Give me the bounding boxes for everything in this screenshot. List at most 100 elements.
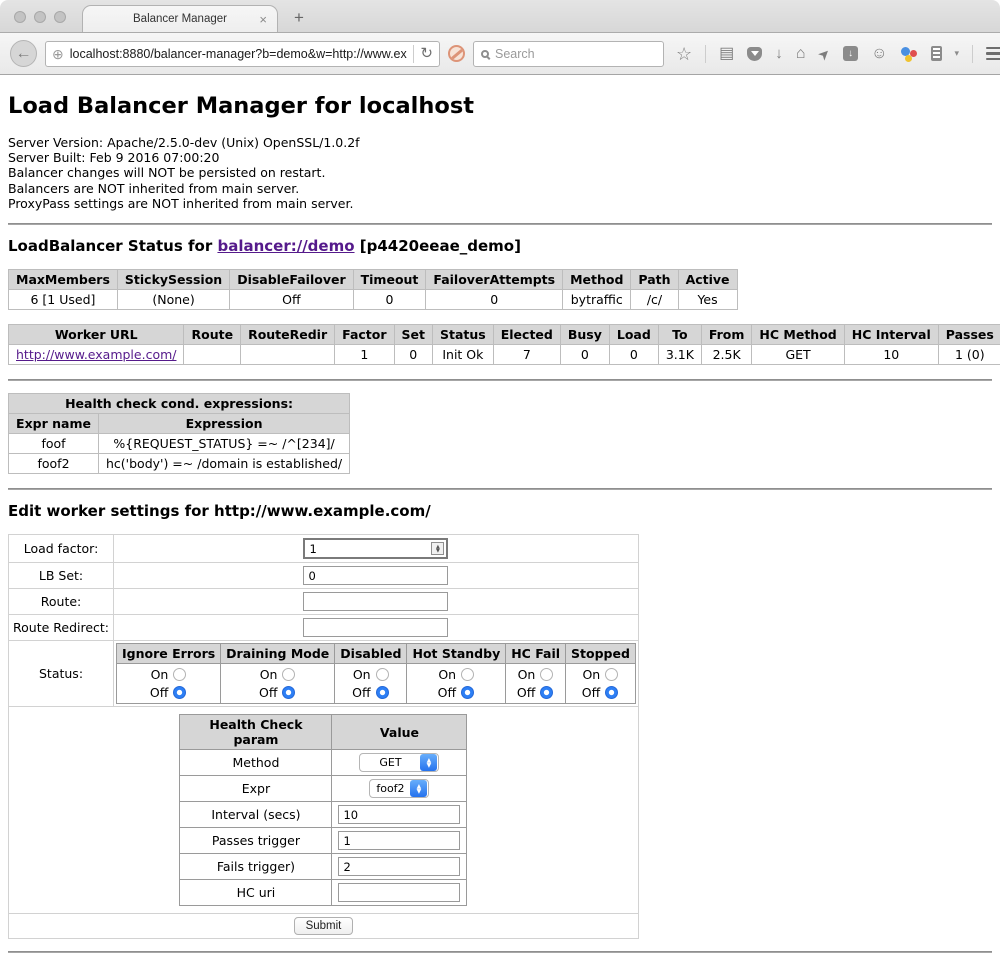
route-redirect-row: Route Redirect: bbox=[9, 615, 639, 641]
method-selected-value: GET bbox=[360, 756, 420, 769]
overflow-caret-icon[interactable]: ▾ bbox=[955, 48, 960, 59]
edit-worker-heading: Edit worker settings for http://www.exam… bbox=[8, 502, 992, 520]
divider bbox=[972, 45, 973, 63]
hc-fail-on-radio[interactable] bbox=[540, 668, 553, 681]
off-label: Off bbox=[517, 685, 535, 700]
balancer-column-header: Timeout bbox=[353, 270, 426, 290]
balancer-column-header: Active bbox=[678, 270, 737, 290]
status-col-ignore-errors: Ignore Errors bbox=[117, 644, 221, 664]
send-tab-icon[interactable]: ➤ bbox=[815, 44, 833, 62]
hc-expr-row: Expr foof2 ▲▼ bbox=[180, 776, 467, 802]
passes-input[interactable] bbox=[338, 831, 460, 850]
route-input[interactable] bbox=[303, 592, 448, 611]
url-bar[interactable]: ⊕ ↻ bbox=[45, 41, 440, 67]
bookmark-star-icon[interactable]: ☆ bbox=[676, 45, 692, 63]
balancer-cell: (None) bbox=[117, 290, 229, 310]
stopped-on-radio[interactable] bbox=[605, 668, 618, 681]
hc-interval-row: Interval (secs) bbox=[180, 802, 467, 828]
content-blocked-icon[interactable] bbox=[448, 45, 465, 62]
hc-value-header: Value bbox=[332, 715, 467, 750]
hc-fails-row: Fails trigger) bbox=[180, 854, 467, 880]
window-close-button[interactable] bbox=[14, 11, 26, 23]
hot-standby-radios: On Off bbox=[407, 664, 506, 704]
worker-url-cell: http://www.example.com/ bbox=[9, 345, 184, 365]
yellow-dot bbox=[905, 55, 912, 62]
draining-mode-radios: On Off bbox=[221, 664, 335, 704]
route-redirect-input[interactable] bbox=[303, 618, 448, 637]
worker-cell: 3.1K bbox=[658, 345, 701, 365]
lb-set-input[interactable] bbox=[303, 566, 448, 585]
status-header-row: Ignore Errors Draining Mode Disabled Hot… bbox=[117, 644, 636, 664]
interval-cell bbox=[332, 802, 467, 828]
number-spinner-icon[interactable]: ▲▼ bbox=[431, 542, 444, 555]
url-input[interactable] bbox=[70, 47, 408, 61]
window-minimize-button[interactable] bbox=[34, 11, 46, 23]
balancer-status-table: MaxMembersStickySessionDisableFailoverTi… bbox=[8, 269, 738, 310]
hot-standby-on-radio[interactable] bbox=[461, 668, 474, 681]
feedback-smiley-icon[interactable]: ☺ bbox=[871, 46, 887, 62]
hot-standby-off-radio[interactable] bbox=[461, 686, 474, 699]
balancer-data-row: 6 [1 Used](None)Off00bytraffic/c/Yes bbox=[9, 290, 738, 310]
search-input[interactable] bbox=[495, 47, 656, 61]
container-addon-icon[interactable] bbox=[931, 46, 942, 61]
balancer-header-row: MaxMembersStickySessionDisableFailoverTi… bbox=[9, 270, 738, 290]
expr-select[interactable]: foof2 ▲▼ bbox=[369, 779, 429, 798]
lb-set-cell bbox=[114, 563, 639, 589]
hc-uri-label: HC uri bbox=[180, 880, 332, 906]
back-button[interactable]: ← bbox=[10, 40, 37, 67]
health-check-table: Health Check param Value Method GET ▲▼ bbox=[179, 714, 467, 906]
menu-icon[interactable] bbox=[986, 52, 1000, 55]
colors-addon-icon[interactable] bbox=[901, 46, 918, 62]
reading-list-icon[interactable]: ▤ bbox=[719, 46, 734, 62]
interval-label: Interval (secs) bbox=[180, 802, 332, 828]
hc-fail-off-radio[interactable] bbox=[540, 686, 553, 699]
worker-cell: 1 bbox=[335, 345, 394, 365]
method-select[interactable]: GET ▲▼ bbox=[359, 753, 439, 772]
worker-column-header: To bbox=[658, 325, 701, 345]
ignore-errors-off-radio[interactable] bbox=[173, 686, 186, 699]
method-cell: GET ▲▼ bbox=[332, 750, 467, 776]
home-icon[interactable]: ⌂ bbox=[796, 46, 806, 62]
balancer-cell: /c/ bbox=[631, 290, 678, 310]
stopped-off-radio[interactable] bbox=[605, 686, 618, 699]
disabled-off-radio[interactable] bbox=[376, 686, 389, 699]
fails-input[interactable] bbox=[338, 857, 460, 876]
on-label: On bbox=[352, 667, 370, 682]
panel-download-icon[interactable]: ↓ bbox=[843, 46, 858, 61]
heading-suffix: [p4420eeae_demo] bbox=[355, 237, 521, 255]
worker-column-header: RouteRedir bbox=[241, 325, 335, 345]
browser-tab[interactable]: Balancer Manager × bbox=[82, 5, 278, 32]
worker-column-header: From bbox=[701, 325, 752, 345]
ignore-errors-on-radio[interactable] bbox=[173, 668, 186, 681]
balancer-column-header: StickySession bbox=[117, 270, 229, 290]
worker-column-header: Elected bbox=[493, 325, 560, 345]
new-tab-button[interactable]: + bbox=[294, 8, 304, 28]
submit-cell: Submit bbox=[9, 914, 639, 939]
pocket-icon[interactable] bbox=[747, 47, 762, 61]
reload-icon[interactable]: ↻ bbox=[420, 46, 433, 61]
stopped-radios: On Off bbox=[566, 664, 636, 704]
load-factor-input[interactable] bbox=[303, 538, 448, 559]
search-bar[interactable] bbox=[473, 41, 664, 67]
window-zoom-button[interactable] bbox=[54, 11, 66, 23]
balancer-link[interactable]: balancer://demo bbox=[217, 237, 354, 255]
status-col-draining-mode: Draining Mode bbox=[221, 644, 335, 664]
status-label: Status: bbox=[9, 641, 114, 707]
worker-column-header: HC Method bbox=[752, 325, 844, 345]
worker-column-header: Load bbox=[609, 325, 658, 345]
worker-cell bbox=[241, 345, 335, 365]
fails-label: Fails trigger) bbox=[180, 854, 332, 880]
tab-close-icon[interactable]: × bbox=[259, 12, 267, 27]
draining-mode-on-radio[interactable] bbox=[282, 668, 295, 681]
balancer-cell: Yes bbox=[678, 290, 737, 310]
chevron-down-icon bbox=[751, 51, 759, 56]
disabled-on-radio[interactable] bbox=[376, 668, 389, 681]
submit-button[interactable]: Submit bbox=[294, 917, 354, 935]
draining-mode-off-radio[interactable] bbox=[282, 686, 295, 699]
passes-label: Passes trigger bbox=[180, 828, 332, 854]
interval-input[interactable] bbox=[338, 805, 460, 824]
hc-uri-input[interactable] bbox=[338, 883, 460, 902]
downloads-icon[interactable]: ↓ bbox=[775, 46, 783, 61]
worker-url-link[interactable]: http://www.example.com/ bbox=[16, 347, 176, 362]
expr-cell: foof2 ▲▼ bbox=[332, 776, 467, 802]
